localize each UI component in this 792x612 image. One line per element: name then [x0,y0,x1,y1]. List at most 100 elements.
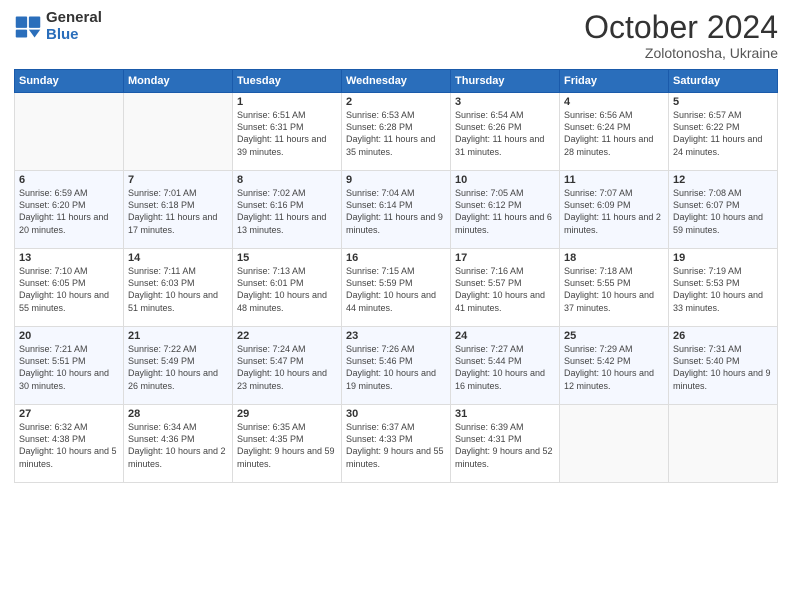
col-sunday: Sunday [15,70,124,93]
day-info: Sunrise: 7:22 AMSunset: 5:49 PMDaylight:… [128,344,218,390]
header-row: Sunday Monday Tuesday Wednesday Thursday… [15,70,778,93]
calendar-cell [15,93,124,171]
day-number: 8 [237,174,337,186]
day-info: Sunrise: 6:59 AMSunset: 6:20 PMDaylight:… [19,188,108,234]
day-number: 18 [564,252,664,264]
day-info: Sunrise: 6:39 AMSunset: 4:31 PMDaylight:… [455,422,553,468]
calendar-cell: 5Sunrise: 6:57 AMSunset: 6:22 PMDaylight… [669,93,778,171]
day-number: 25 [564,330,664,342]
day-number: 19 [673,252,773,264]
day-info: Sunrise: 7:24 AMSunset: 5:47 PMDaylight:… [237,344,327,390]
day-number: 11 [564,174,664,186]
day-info: Sunrise: 7:01 AMSunset: 6:18 PMDaylight:… [128,188,217,234]
calendar-cell: 9 Sunrise: 7:04 AMSunset: 6:14 PMDaylight… [342,171,451,249]
calendar-cell: 26 Sunrise: 7:31 AMSunset: 5:40 PMDayligh… [669,327,778,405]
calendar-cell: 4Sunrise: 6:56 AMSunset: 6:24 PMDaylight… [560,93,669,171]
calendar-cell [669,405,778,483]
col-tuesday: Tuesday [233,70,342,93]
day-info: Sunrise: 6:34 AMSunset: 4:36 PMDaylight:… [128,422,226,468]
calendar-cell: 19 Sunrise: 7:19 AMSunset: 5:53 PMDayligh… [669,249,778,327]
calendar-cell: 29 Sunrise: 6:35 AMSunset: 4:35 PMDayligh… [233,405,342,483]
day-number: 6 [19,174,119,186]
day-info: Sunrise: 7:08 AMSunset: 6:07 PMDaylight:… [673,188,763,234]
calendar-cell: 1 Sunrise: 6:51 AMSunset: 6:31 PMDaylight… [233,93,342,171]
calendar-cell: 14Sunrise: 7:11 AMSunset: 6:03 PMDayligh… [124,249,233,327]
calendar-cell: 28 Sunrise: 6:34 AMSunset: 4:36 PMDayligh… [124,405,233,483]
day-info: Sunrise: 7:13 AMSunset: 6:01 PMDaylight:… [237,266,327,312]
day-number: 16 [346,252,446,264]
calendar-week-2: 6 Sunrise: 6:59 AMSunset: 6:20 PMDaylight… [15,171,778,249]
day-info: Sunrise: 6:35 AMSunset: 4:35 PMDaylight:… [237,422,335,468]
calendar-cell: 16 Sunrise: 7:15 AMSunset: 5:59 PMDayligh… [342,249,451,327]
calendar-cell [124,93,233,171]
calendar-week-5: 27 Sunrise: 6:32 AMSunset: 4:38 PMDayligh… [15,405,778,483]
calendar-cell: 10 Sunrise: 7:05 AMSunset: 6:12 PMDayligh… [451,171,560,249]
day-number: 27 [19,408,119,420]
day-info: Sunrise: 7:15 AMSunset: 5:59 PMDaylight:… [346,266,436,312]
day-number: 20 [19,330,119,342]
calendar-cell: 2Sunrise: 6:53 AMSunset: 6:28 PMDaylight… [342,93,451,171]
calendar-cell: 12 Sunrise: 7:08 AMSunset: 6:07 PMDayligh… [669,171,778,249]
day-info: Sunrise: 7:21 AMSunset: 5:51 PMDaylight:… [19,344,109,390]
day-number: 17 [455,252,555,264]
day-info: Sunrise: 7:07 AMSunset: 6:09 PMDaylight:… [564,188,661,234]
day-number: 9 [346,174,446,186]
calendar-cell [560,405,669,483]
calendar-cell: 6 Sunrise: 6:59 AMSunset: 6:20 PMDaylight… [15,171,124,249]
day-number: 12 [673,174,773,186]
day-number: 29 [237,408,337,420]
logo-blue: Blue [46,27,102,44]
logo-text: General Blue [46,10,102,43]
calendar-page: General Blue October 2024 Zolotonosha, U… [0,0,792,612]
calendar-cell: 18 Sunrise: 7:18 AMSunset: 5:55 PMDayligh… [560,249,669,327]
calendar-header: Sunday Monday Tuesday Wednesday Thursday… [15,70,778,93]
month-title: October 2024 [584,10,778,45]
calendar-cell: 7Sunrise: 7:01 AMSunset: 6:18 PMDaylight… [124,171,233,249]
day-info: Sunrise: 7:26 AMSunset: 5:46 PMDaylight:… [346,344,436,390]
calendar-week-4: 20 Sunrise: 7:21 AMSunset: 5:51 PMDayligh… [15,327,778,405]
day-info: Sunrise: 7:04 AMSunset: 6:14 PMDaylight:… [346,188,443,234]
day-number: 23 [346,330,446,342]
day-number: 10 [455,174,555,186]
day-info: Sunrise: 7:18 AMSunset: 5:55 PMDaylight:… [564,266,654,312]
day-info: Sunrise: 7:10 AMSunset: 6:05 PMDaylight:… [19,266,109,312]
day-number: 1 [237,96,337,108]
calendar-cell: 17 Sunrise: 7:16 AMSunset: 5:57 PMDayligh… [451,249,560,327]
day-info: Sunrise: 7:16 AMSunset: 5:57 PMDaylight:… [455,266,545,312]
day-number: 31 [455,408,555,420]
day-info: Sunrise: 6:53 AMSunset: 6:28 PMDaylight:… [346,110,435,156]
logo: General Blue [14,10,102,43]
day-info: Sunrise: 7:29 AMSunset: 5:42 PMDaylight:… [564,344,654,390]
calendar-cell: 3Sunrise: 6:54 AMSunset: 6:26 PMDaylight… [451,93,560,171]
calendar-cell: 21Sunrise: 7:22 AMSunset: 5:49 PMDayligh… [124,327,233,405]
day-info: Sunrise: 6:51 AMSunset: 6:31 PMDaylight:… [237,110,326,156]
calendar-cell: 13Sunrise: 7:10 AMSunset: 6:05 PMDayligh… [15,249,124,327]
day-info: Sunrise: 7:27 AMSunset: 5:44 PMDaylight:… [455,344,545,390]
day-number: 28 [128,408,228,420]
location-subtitle: Zolotonosha, Ukraine [584,45,778,61]
calendar-cell: 27 Sunrise: 6:32 AMSunset: 4:38 PMDayligh… [15,405,124,483]
calendar-cell: 8Sunrise: 7:02 AMSunset: 6:16 PMDaylight… [233,171,342,249]
calendar-cell: 22Sunrise: 7:24 AMSunset: 5:47 PMDayligh… [233,327,342,405]
day-info: Sunrise: 7:11 AMSunset: 6:03 PMDaylight:… [128,266,218,312]
day-info: Sunrise: 6:37 AMSunset: 4:33 PMDaylight:… [346,422,444,468]
day-info: Sunrise: 6:56 AMSunset: 6:24 PMDaylight:… [564,110,653,156]
calendar-cell: 15 Sunrise: 7:13 AMSunset: 6:01 PMDayligh… [233,249,342,327]
day-number: 26 [673,330,773,342]
day-info: Sunrise: 6:32 AMSunset: 4:38 PMDaylight:… [19,422,117,468]
day-info: Sunrise: 7:31 AMSunset: 5:40 PMDaylight:… [673,344,771,390]
day-number: 15 [237,252,337,264]
logo-general: General [46,10,102,27]
col-monday: Monday [124,70,233,93]
calendar-body: 1 Sunrise: 6:51 AMSunset: 6:31 PMDaylight… [15,93,778,483]
col-thursday: Thursday [451,70,560,93]
calendar-cell: 24 Sunrise: 7:27 AMSunset: 5:44 PMDayligh… [451,327,560,405]
day-number: 24 [455,330,555,342]
col-wednesday: Wednesday [342,70,451,93]
calendar-cell: 23 Sunrise: 7:26 AMSunset: 5:46 PMDayligh… [342,327,451,405]
title-block: October 2024 Zolotonosha, Ukraine [584,10,778,61]
day-info: Sunrise: 7:19 AMSunset: 5:53 PMDaylight:… [673,266,763,312]
day-number: 30 [346,408,446,420]
calendar-cell: 20 Sunrise: 7:21 AMSunset: 5:51 PMDayligh… [15,327,124,405]
day-info: Sunrise: 7:05 AMSunset: 6:12 PMDaylight:… [455,188,552,234]
